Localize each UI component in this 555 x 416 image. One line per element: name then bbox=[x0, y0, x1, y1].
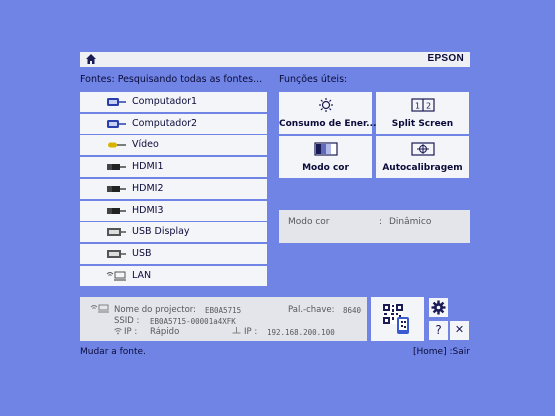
source-label: Computador2 bbox=[132, 118, 198, 129]
source-item-computador1[interactable]: Computador1 bbox=[80, 92, 267, 112]
source-item-video[interactable]: Vídeo bbox=[80, 135, 267, 155]
keyword-label: Pal.-chave: bbox=[288, 305, 335, 315]
source-item-usb[interactable]: USB bbox=[80, 244, 267, 264]
network-info-panel: Nome do projector: EB0A5715 Pal.-chave: … bbox=[80, 297, 367, 341]
source-item-lan[interactable]: LAN bbox=[80, 266, 267, 286]
settings-button[interactable] bbox=[429, 298, 448, 317]
power-consumption-icon bbox=[318, 98, 333, 112]
power-consumption-label: Consumo de Ener... bbox=[279, 119, 377, 129]
computer-input-icon bbox=[107, 98, 126, 106]
split-screen-label: Split Screen bbox=[391, 119, 454, 129]
split-screen-icon: 1 2 bbox=[410, 98, 435, 112]
svg-text:2: 2 bbox=[425, 102, 430, 111]
ip-value: 192.168.200.100 bbox=[267, 328, 335, 337]
source-label: HDMI3 bbox=[132, 205, 164, 216]
usb-icon bbox=[107, 250, 126, 258]
gear-icon bbox=[431, 300, 446, 315]
help-button[interactable]: ? bbox=[429, 321, 448, 340]
source-label: LAN bbox=[132, 270, 152, 281]
color-mode-info-value: Dinâmico bbox=[389, 217, 432, 227]
footer-home-exit: [Home] :Sair bbox=[413, 347, 470, 357]
color-mode-info-separator: : bbox=[379, 217, 383, 227]
source-label: HDMI1 bbox=[132, 161, 164, 172]
source-label: USB Display bbox=[132, 226, 190, 237]
color-mode-info-label: Modo cor bbox=[288, 217, 330, 227]
projector-name-value: EB0A5715 bbox=[205, 306, 242, 315]
color-mode-icon bbox=[313, 142, 338, 156]
split-screen-button[interactable]: 1 2 Split Screen bbox=[376, 92, 469, 134]
hdmi-icon bbox=[107, 208, 126, 214]
hdmi-icon bbox=[107, 186, 126, 192]
source-label: USB bbox=[132, 248, 152, 259]
computer-input-icon bbox=[107, 120, 126, 128]
power-consumption-button[interactable]: Consumo de Ener... bbox=[279, 92, 377, 134]
source-label: HDMI2 bbox=[132, 183, 164, 194]
source-list: Computador1 Computador2 Vídeo HDMI1 HDMI… bbox=[80, 92, 267, 287]
projector-name-label: Nome do projector: bbox=[114, 305, 196, 315]
source-item-hdmi3[interactable]: HDMI3 bbox=[80, 201, 267, 221]
help-icon: ? bbox=[435, 323, 442, 337]
ssid-value: EB0A5715-00001a4XFK bbox=[150, 317, 236, 326]
color-mode-label: Modo cor bbox=[302, 163, 349, 173]
qr-code-button[interactable] bbox=[371, 297, 424, 341]
svg-text:1: 1 bbox=[414, 102, 419, 111]
ip-mode-label: IP : bbox=[124, 327, 138, 337]
hdmi-icon bbox=[107, 164, 126, 170]
footer-hint: Mudar a fonte. bbox=[80, 347, 146, 357]
color-mode-button[interactable]: Modo cor bbox=[279, 136, 372, 178]
source-item-hdmi2[interactable]: HDMI2 bbox=[80, 179, 267, 199]
source-item-usb-display[interactable]: USB Display bbox=[80, 222, 267, 242]
qr-code-icon bbox=[383, 304, 409, 334]
lan-icon bbox=[106, 271, 126, 281]
ssid-label: SSID : bbox=[114, 316, 140, 326]
source-label: Vídeo bbox=[132, 139, 159, 150]
brand-logo: EPSON bbox=[427, 53, 464, 64]
top-bar: EPSON bbox=[80, 52, 470, 67]
sources-header: Fontes: Pesquisando todas as fontes... bbox=[80, 74, 263, 85]
auto-calibration-label: Autocalibragem bbox=[382, 163, 463, 173]
ip-label: IP : bbox=[244, 327, 258, 337]
auto-calibration-icon bbox=[410, 142, 435, 156]
usb-display-icon bbox=[107, 228, 126, 236]
source-item-computador2[interactable]: Computador2 bbox=[80, 114, 267, 134]
functions-header: Funções úteis: bbox=[279, 74, 348, 85]
home-icon[interactable] bbox=[86, 54, 96, 65]
source-item-hdmi1[interactable]: HDMI1 bbox=[80, 157, 267, 177]
wireless-icon bbox=[114, 328, 122, 335]
wired-lan-icon bbox=[232, 327, 241, 334]
source-label: Computador1 bbox=[132, 96, 198, 107]
lan-icon bbox=[90, 304, 109, 313]
color-mode-info: Modo cor : Dinâmico bbox=[279, 210, 470, 243]
close-icon: ✕ bbox=[454, 323, 465, 336]
keyword-value: 8640 bbox=[343, 306, 362, 315]
video-input-icon bbox=[108, 142, 126, 148]
ip-mode-value: Rápido bbox=[150, 327, 180, 337]
auto-calibration-button[interactable]: Autocalibragem bbox=[376, 136, 469, 178]
close-button[interactable]: ✕ bbox=[450, 321, 469, 340]
